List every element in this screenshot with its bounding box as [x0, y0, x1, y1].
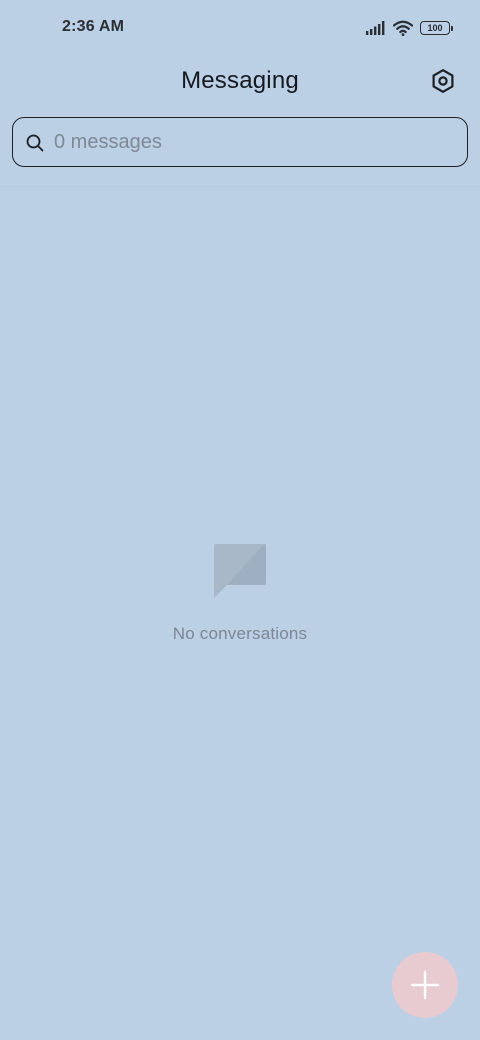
- settings-button[interactable]: [428, 66, 458, 96]
- status-icons: 100: [366, 18, 453, 38]
- page-title: Messaging: [181, 67, 299, 94]
- search-input[interactable]: [54, 126, 454, 158]
- status-time: 2:36 AM: [62, 18, 125, 35]
- wifi-icon: [393, 20, 413, 36]
- chat-bubble-icon: [214, 544, 266, 598]
- header-divider: [0, 186, 480, 187]
- empty-state-text: No conversations: [172, 624, 308, 643]
- battery-level: 100: [427, 23, 443, 33]
- battery-tip: [451, 25, 453, 31]
- settings-icon: [432, 69, 454, 93]
- plus-icon: [410, 970, 440, 1000]
- search-bar[interactable]: [12, 117, 468, 167]
- empty-state: No conversations: [0, 543, 480, 644]
- search-icon: [26, 134, 44, 152]
- status-bar: 2:36 AM 100: [0, 0, 480, 56]
- new-conversation-button[interactable]: [392, 952, 458, 1018]
- battery-icon: 100: [420, 21, 453, 35]
- signal-icon: [366, 21, 385, 35]
